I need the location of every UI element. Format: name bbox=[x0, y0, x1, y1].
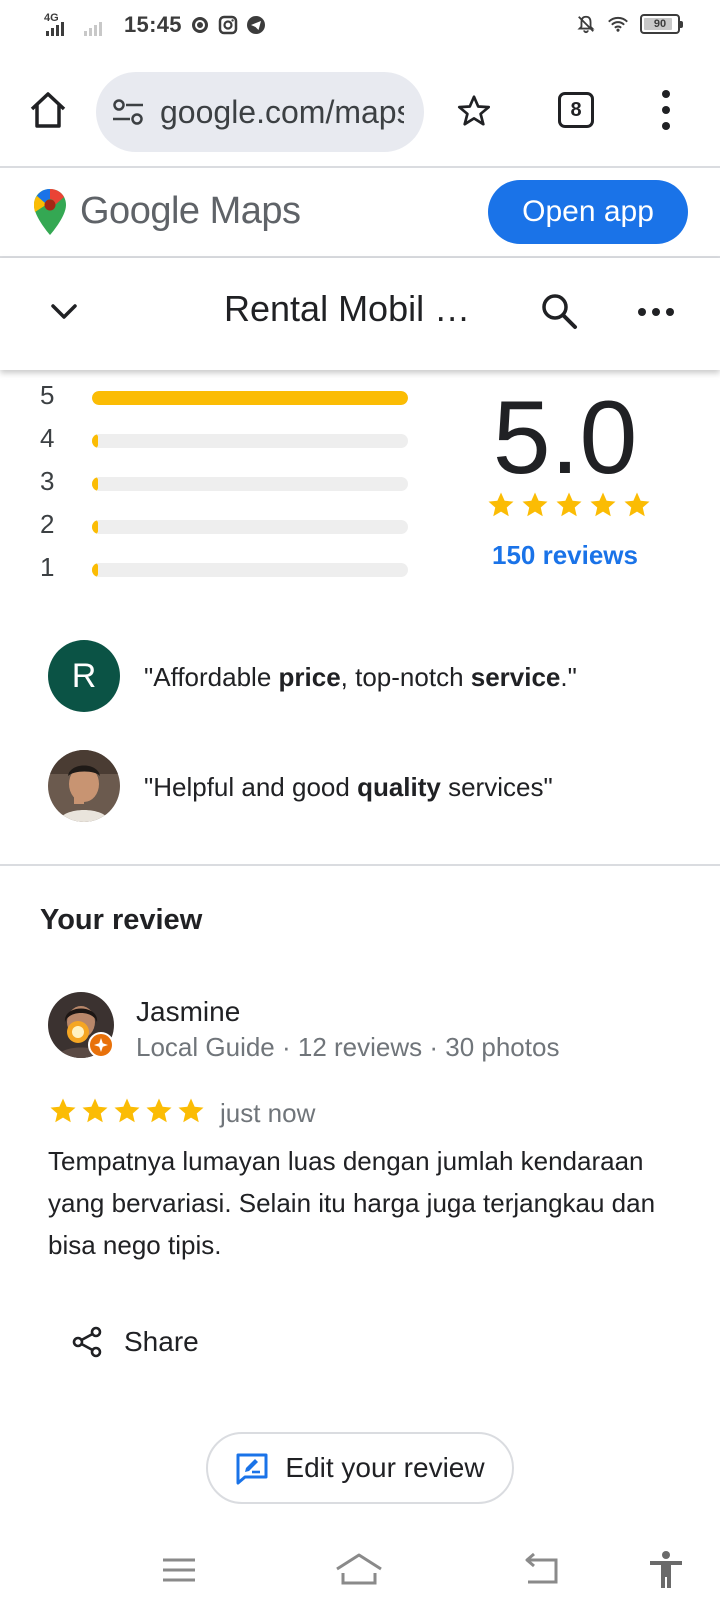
star-filled-icon bbox=[556, 492, 582, 517]
url-text[interactable]: google.com/maps bbox=[160, 94, 404, 131]
star-filled-icon bbox=[624, 492, 650, 517]
rating-bar-fill bbox=[92, 477, 98, 491]
status-time: 15:45 bbox=[124, 12, 182, 37]
rating-bar-fill bbox=[92, 563, 98, 577]
star-filled-icon bbox=[114, 1098, 140, 1123]
rating-row-2: 2 bbox=[40, 509, 420, 539]
snippet-quote: "Helpful and good quality services" bbox=[144, 772, 553, 802]
your-review-heading: Your review bbox=[40, 904, 203, 936]
star-filled-icon bbox=[522, 492, 548, 517]
status-bar: 4G 15:45 90 bbox=[0, 0, 720, 58]
user-photo-avatar-icon bbox=[48, 750, 120, 822]
google-maps-pin-icon bbox=[34, 189, 66, 235]
more-options-button[interactable] bbox=[638, 308, 674, 318]
address-bar[interactable]: google.com/maps bbox=[96, 72, 424, 152]
rating-bar-fill bbox=[92, 520, 98, 534]
rate-review-icon bbox=[236, 1453, 268, 1485]
rating-row-label: 3 bbox=[40, 466, 55, 496]
signal-4g-icon: 4G bbox=[44, 12, 74, 38]
bookmark-star-button[interactable] bbox=[456, 93, 492, 129]
google-maps-logo-text: Google Maps bbox=[80, 190, 301, 232]
home-icon bbox=[30, 92, 66, 128]
share-label: Share bbox=[124, 1326, 199, 1357]
notifications-off-icon bbox=[576, 14, 596, 34]
rating-bar-track bbox=[92, 563, 408, 577]
search-icon[interactable] bbox=[538, 290, 580, 332]
average-rating: 5.0 bbox=[492, 380, 638, 496]
recent-apps-icon[interactable] bbox=[160, 1550, 200, 1590]
place-title-bar: Rental Mobil B… bbox=[0, 258, 720, 370]
maps-header: Google Maps Open app bbox=[0, 168, 720, 258]
signal-secondary-icon bbox=[82, 12, 112, 38]
star-filled-icon bbox=[82, 1098, 108, 1123]
home-button[interactable] bbox=[28, 90, 68, 130]
place-title: Rental Mobil B… bbox=[224, 288, 484, 329]
rating-row-label: 5 bbox=[40, 380, 55, 410]
system-navigation-bar bbox=[0, 1528, 720, 1600]
rating-row-1: 1 bbox=[40, 552, 420, 582]
home-nav-icon[interactable] bbox=[334, 1550, 384, 1590]
review-snippet[interactable]: "Helpful and good quality services" bbox=[48, 750, 688, 822]
reviews-count-link[interactable]: 150 reviews bbox=[470, 540, 660, 571]
rating-bar-track bbox=[92, 520, 408, 534]
site-settings-icon[interactable] bbox=[112, 99, 144, 125]
rating-row-5: 5 bbox=[40, 380, 420, 410]
rating-bar-track bbox=[92, 434, 408, 448]
rating-row-label: 2 bbox=[40, 509, 55, 539]
star-filled-icon bbox=[146, 1098, 172, 1123]
rating-summary: 5 4 3 2 1 5.0 150 reviews bbox=[0, 380, 720, 600]
battery-level: 90 bbox=[653, 18, 667, 30]
star-outline-icon bbox=[457, 95, 491, 126]
author-name[interactable]: Jasmine bbox=[136, 996, 240, 1028]
rating-bar-track bbox=[92, 391, 408, 405]
review-author[interactable]: Jasmine Local Guide · 12 reviews · 30 ph… bbox=[48, 992, 688, 1064]
average-rating-stars bbox=[486, 490, 652, 520]
chevron-down-icon[interactable] bbox=[46, 294, 82, 330]
wifi-icon bbox=[608, 14, 628, 34]
rating-row-label: 4 bbox=[40, 423, 55, 453]
avatar bbox=[48, 750, 120, 822]
notification-app-icon bbox=[190, 15, 210, 35]
star-filled-icon bbox=[178, 1098, 204, 1123]
battery-icon: 90 bbox=[640, 14, 683, 34]
tab-switcher-button[interactable]: 8 bbox=[558, 92, 594, 128]
star-filled-icon bbox=[488, 492, 514, 517]
telegram-icon bbox=[246, 15, 266, 35]
rating-row-label: 1 bbox=[40, 552, 55, 582]
rating-bar-track bbox=[92, 477, 408, 491]
avatar: R bbox=[48, 640, 120, 712]
section-divider bbox=[0, 864, 720, 866]
review-time: just now bbox=[220, 1098, 316, 1128]
snippet-quote: "Affordable price, top-notch service." bbox=[144, 662, 577, 692]
edit-review-button[interactable]: Edit your review bbox=[206, 1432, 514, 1504]
author-meta: Local Guide · 12 reviews · 30 photos bbox=[136, 1032, 560, 1062]
review-snippet[interactable]: R "Affordable price, top-notch service." bbox=[48, 640, 688, 712]
star-filled-icon bbox=[590, 492, 616, 517]
open-app-button[interactable]: Open app bbox=[488, 180, 688, 244]
browser-toolbar: google.com/maps 8 bbox=[0, 58, 720, 168]
review-stars bbox=[48, 1096, 206, 1126]
rating-bar-fill bbox=[92, 434, 98, 448]
back-icon[interactable] bbox=[522, 1550, 562, 1590]
browser-menu-button[interactable] bbox=[658, 90, 674, 130]
accessibility-icon[interactable] bbox=[646, 1550, 686, 1590]
review-body: Tempatnya lumayan luas dengan jumlah ken… bbox=[48, 1146, 656, 1260]
star-filled-icon bbox=[50, 1098, 76, 1123]
instagram-icon bbox=[218, 15, 238, 35]
share-button[interactable]: Share bbox=[70, 1318, 250, 1366]
rating-bar-fill bbox=[92, 391, 408, 405]
edit-review-label: Edit your review bbox=[285, 1452, 485, 1483]
rating-row-3: 3 bbox=[40, 466, 420, 496]
share-icon bbox=[72, 1326, 102, 1358]
rating-row-4: 4 bbox=[40, 423, 420, 453]
local-guide-badge-icon bbox=[88, 1032, 114, 1058]
